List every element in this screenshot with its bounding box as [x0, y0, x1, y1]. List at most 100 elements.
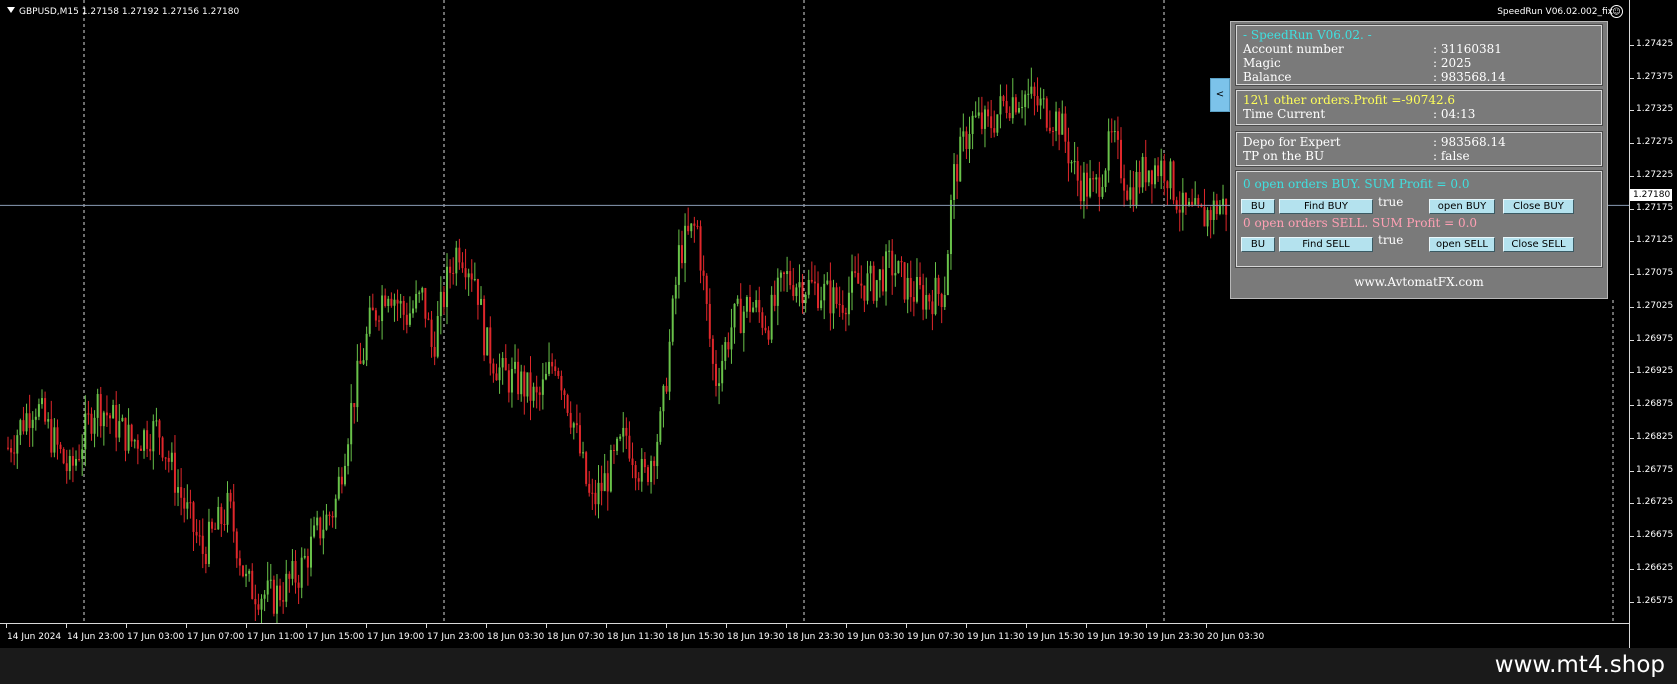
open-sell-button[interactable]: open SELL — [1429, 237, 1495, 252]
current-price-label: 1.27180 — [1630, 189, 1672, 201]
price-tick — [1630, 77, 1634, 79]
price-label: 1.27125 — [1636, 235, 1674, 246]
bull-candle — [19, 420, 22, 436]
bull-candle — [733, 303, 736, 328]
price-label: 1.26725 — [1636, 497, 1674, 508]
bear-candle — [424, 287, 427, 319]
bull-candle — [303, 556, 306, 558]
bear-candle — [328, 514, 331, 516]
bull-candle — [285, 573, 288, 602]
close-sell-button[interactable]: Close SELL — [1503, 237, 1574, 252]
bear-candle — [10, 448, 13, 453]
bear-candle — [192, 502, 195, 532]
find-sell-button[interactable]: Find SELL — [1279, 237, 1373, 252]
bull-candle — [16, 435, 19, 454]
bull-candle — [656, 441, 659, 467]
bull-candle — [677, 245, 680, 285]
bear-candle — [483, 298, 486, 356]
bear-candle — [990, 116, 993, 129]
bull-candle — [1101, 186, 1104, 197]
bull-candle — [668, 341, 671, 392]
bear-candle — [384, 295, 387, 307]
bull-candle — [659, 411, 662, 442]
bull-candle — [1042, 98, 1045, 100]
bull-candle — [1082, 172, 1085, 202]
bear-candle — [612, 449, 615, 451]
sell-bu-button[interactable]: BU — [1241, 237, 1275, 252]
bear-candle — [211, 521, 214, 529]
bear-candle — [1092, 178, 1095, 180]
bear-candle — [1116, 131, 1119, 140]
bear-candle — [180, 487, 183, 498]
open-buy-button[interactable]: open BUY — [1429, 199, 1495, 214]
panel-footer-link[interactable]: www.AvtomatFX.com — [1231, 275, 1607, 289]
bull-candle — [498, 367, 501, 381]
bull-candle — [1070, 162, 1073, 164]
bull-candle — [795, 287, 798, 297]
bear-candle — [761, 312, 764, 328]
smiley-icon[interactable]: ☺ — [1610, 5, 1623, 18]
bull-candle — [226, 492, 229, 525]
bear-candle — [554, 366, 557, 371]
bear-candle — [606, 473, 609, 492]
find-buy-button[interactable]: Find BUY — [1279, 199, 1373, 214]
time-label: 18 Jun 11:30 — [607, 632, 665, 642]
buy-bu-button[interactable]: BU — [1241, 199, 1275, 214]
bull-candle — [1061, 113, 1064, 135]
trade-controls-box: 0 open orders BUY. SUM Profit = 0.0 BU F… — [1235, 170, 1603, 268]
bear-candle — [1225, 198, 1228, 215]
time-tick — [1086, 624, 1087, 628]
time-axis[interactable]: 14 Jun 2024 14 Jun 23:00 17 Jun 03:00 17 Ju… — [0, 623, 1629, 649]
panel-collapse-button[interactable]: < — [1210, 78, 1230, 112]
price-label: 1.27025 — [1636, 300, 1674, 311]
bear-candle — [241, 565, 244, 577]
close-buy-button[interactable]: Close BUY — [1503, 199, 1574, 214]
price-tick — [1630, 372, 1634, 374]
bear-candle — [158, 420, 161, 438]
bull-candle — [875, 280, 878, 301]
time-tick — [606, 624, 607, 628]
price-axis[interactable]: 1.27425 1.27375 1.27325 1.27275 1.27225 1.271… — [1629, 0, 1677, 648]
bear-candle — [257, 604, 260, 610]
bull-candle — [207, 521, 210, 565]
bull-candle — [804, 294, 807, 304]
bull-candle — [217, 506, 220, 530]
bear-candle — [702, 270, 705, 276]
bear-candle — [62, 448, 65, 464]
price-tick — [1630, 470, 1634, 472]
bear-candle — [294, 560, 297, 583]
bear-candle — [792, 285, 795, 297]
bear-candle — [1163, 160, 1166, 182]
bear-candle — [696, 225, 699, 227]
bear-candle — [903, 262, 906, 300]
bear-candle — [588, 483, 591, 493]
bear-candle — [714, 363, 717, 386]
time-tick — [186, 624, 187, 628]
bear-candle — [535, 386, 538, 393]
bull-candle — [1129, 187, 1132, 200]
bull-candle — [1206, 210, 1209, 227]
bull-candle — [1181, 192, 1184, 213]
bear-candle — [965, 131, 968, 149]
bear-candle — [1166, 181, 1169, 189]
time-tick — [966, 624, 967, 628]
bear-candle — [198, 535, 201, 537]
price-tick — [1630, 110, 1634, 112]
price-chart[interactable]: GBPUSD,M15 1.27158 1.27192 1.27156 1.271… — [0, 0, 1677, 648]
bear-candle — [881, 269, 884, 292]
price-tick — [1630, 405, 1634, 407]
bear-candle — [937, 277, 940, 295]
bull-candle — [31, 419, 34, 428]
bear-candle — [569, 412, 572, 428]
bear-candle — [1123, 178, 1126, 191]
price-tick — [1630, 274, 1634, 276]
bull-candle — [616, 438, 619, 451]
bear-candle — [643, 458, 646, 468]
price-tick — [1630, 241, 1634, 243]
bear-candle — [504, 358, 507, 371]
price-label: 1.27275 — [1636, 137, 1674, 148]
bear-candle — [390, 298, 393, 306]
bear-candle — [600, 482, 603, 492]
bull-candle — [325, 514, 328, 530]
chart-menu-triangle-icon[interactable] — [7, 7, 15, 13]
